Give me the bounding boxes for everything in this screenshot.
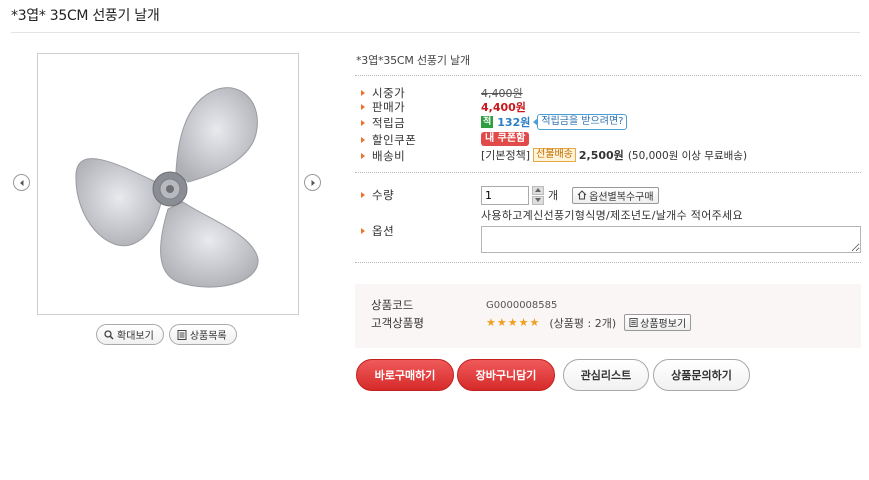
rating-stars: ★ ★ ★ ★ ★: [486, 317, 539, 328]
shipping-value: [기본정책] 선불배송 2,500원 (50,000원 이상 무료배송): [481, 148, 747, 162]
product-code-value: G0000008585: [486, 299, 558, 311]
quantity-controls: 개 옵션별복수구매: [481, 185, 659, 205]
sale-price-value: 4,400원: [481, 100, 526, 114]
view-reviews-button[interactable]: 상품평보기: [624, 314, 692, 331]
coupon-row: 할인쿠폰: [361, 133, 482, 147]
sale-price: 4,400원: [481, 101, 526, 114]
points-value: 적 132원 적립금을 받으려면?: [481, 114, 628, 130]
points-row: 적립금: [361, 116, 482, 130]
option-label: 옵션: [372, 224, 395, 238]
quantity-stepper[interactable]: [532, 185, 544, 205]
bullet-icon: [361, 153, 365, 159]
bullet-icon: [361, 192, 365, 198]
product-inquiry-button[interactable]: 상품문의하기: [653, 359, 750, 391]
zoom-label: 확대보기: [117, 331, 154, 342]
coupon-value: 내 쿠폰함: [481, 132, 530, 146]
shipping-label: 배송비: [372, 149, 406, 163]
divider: [355, 172, 861, 173]
caret-down-icon: [535, 198, 541, 202]
review-label: 고객상품평: [371, 315, 424, 330]
fan-blade-image: [75, 87, 259, 288]
shipping-policy: [기본정책]: [481, 149, 531, 162]
star-icon: ★: [486, 316, 496, 329]
quantity-down-button[interactable]: [532, 195, 544, 205]
coupon-label: 할인쿠폰: [372, 133, 417, 147]
option-row: 옵션: [361, 224, 482, 238]
next-image-button[interactable]: [304, 174, 321, 191]
title-divider: [11, 32, 860, 33]
points-label: 적립금: [372, 116, 406, 130]
list-icon: [629, 318, 638, 327]
caret-up-icon: [535, 188, 541, 192]
image-buttons: 확대보기 상품목록: [96, 324, 237, 345]
product-list-label: 상품목록: [189, 331, 227, 342]
product-image[interactable]: [37, 53, 299, 315]
divider: [355, 75, 861, 76]
option-textarea[interactable]: [481, 226, 861, 253]
points-amount: 132원: [497, 116, 531, 129]
list-icon: [177, 329, 187, 340]
product-code-box: 상품코드 G0000008585 고객상품평 ★ ★ ★ ★ ★ (상품평 : 2개) …: [355, 284, 861, 348]
quantity-label: 수량: [372, 188, 395, 202]
multi-option-purchase-button[interactable]: 옵션별복수구매: [572, 186, 659, 204]
shipping-note: (50,000원 이상 무료배송): [627, 149, 748, 162]
bullet-icon: [361, 137, 365, 143]
shipping-row: 배송비: [361, 149, 482, 163]
bullet-icon: [361, 90, 365, 96]
shipping-badge: 선불배송: [533, 148, 576, 162]
star-icon: ★: [507, 316, 518, 329]
product-name: *3엽*35CM 선풍기 날개: [356, 54, 470, 67]
sale-price-label: 판매가: [372, 100, 406, 114]
quantity-input[interactable]: [481, 185, 529, 205]
buy-now-button[interactable]: 바로구매하기: [356, 359, 454, 391]
review-count: (상품평 : 2개): [549, 316, 617, 330]
review-row: 고객상품평 ★ ★ ★ ★ ★ (상품평 : 2개) 상품평보기: [371, 314, 692, 331]
bullet-icon: [361, 104, 365, 110]
page-title: *3엽* 35CM 선풍기 날개: [11, 8, 160, 24]
star-icon: ★: [518, 316, 529, 329]
chevron-left-icon: [19, 179, 23, 186]
quantity-unit: 개: [548, 189, 559, 202]
list-price-row: 시중가: [361, 86, 482, 100]
list-price-value: 4,400원: [481, 86, 523, 100]
quantity-row: 수량: [361, 188, 482, 202]
points-help-link[interactable]: 적립금을 받으려면?: [533, 114, 628, 130]
magnifier-icon: [104, 329, 114, 340]
zoom-button[interactable]: 확대보기: [96, 324, 164, 345]
add-to-cart-button[interactable]: 장바구니담기: [457, 359, 555, 391]
home-icon: [577, 190, 587, 200]
star-icon: ★: [496, 316, 507, 329]
star-icon: ★: [529, 316, 540, 329]
chevron-right-icon: [311, 179, 315, 186]
sale-price-row: 판매가: [361, 100, 482, 114]
quantity-up-button[interactable]: [532, 185, 544, 195]
bullet-icon: [361, 120, 365, 126]
points-badge: 적: [481, 116, 494, 128]
product-list-button[interactable]: 상품목록: [168, 324, 237, 345]
divider: [355, 262, 861, 263]
shipping-fee: 2,500원: [578, 149, 624, 162]
option-note: 사용하고계신선풍기형식명/제조년도/날개수 적어주세요: [481, 209, 743, 222]
my-coupon-button[interactable]: 내 쿠폰함: [481, 132, 530, 146]
prev-image-button[interactable]: [13, 174, 30, 191]
wishlist-button[interactable]: 관심리스트: [563, 359, 649, 391]
product-code-label: 상품코드: [371, 298, 414, 312]
bullet-icon: [361, 228, 365, 234]
product-code-row: 상품코드 G0000008585: [371, 297, 557, 313]
multi-option-purchase-label: 옵션별복수구매: [589, 191, 654, 203]
view-reviews-label: 상품평보기: [640, 319, 687, 330]
